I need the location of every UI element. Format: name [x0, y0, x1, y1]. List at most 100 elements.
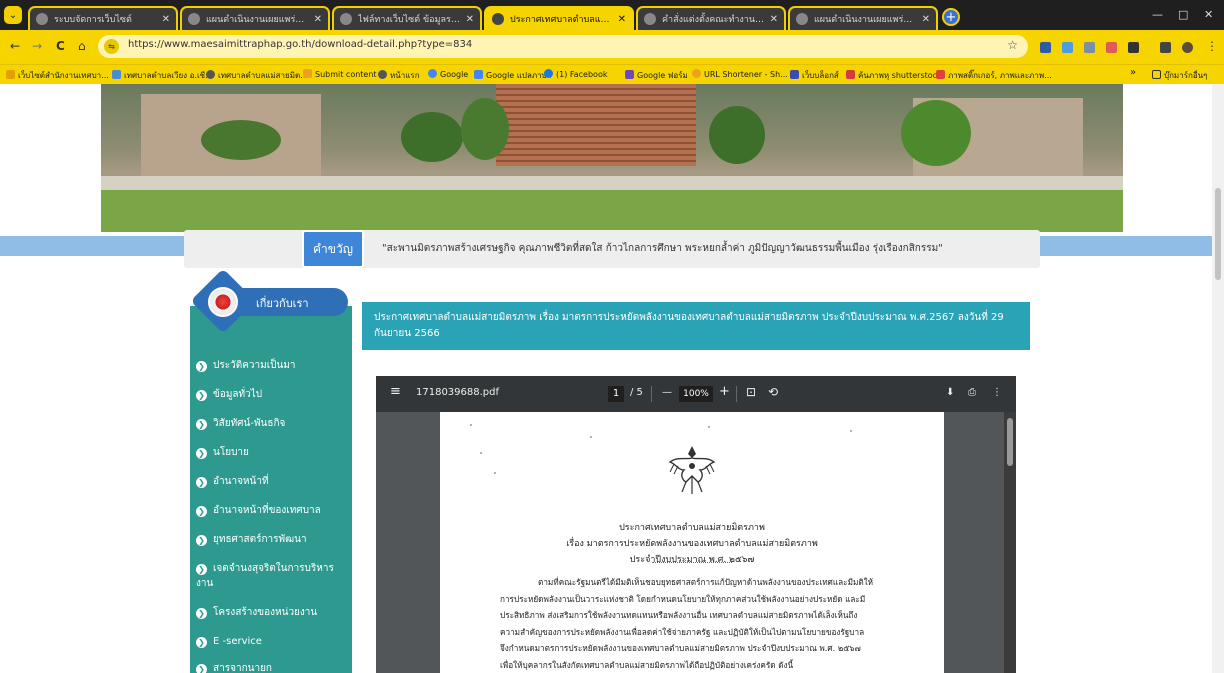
extension-icon[interactable] — [1040, 42, 1051, 53]
close-icon[interactable]: ✕ — [770, 14, 778, 25]
fit-page-icon[interactable]: ⊡ — [746, 385, 756, 399]
browser-tab[interactable]: แผนดำเนินงานเผยแพร่ภาพข่าวภารกิจ ✕ — [788, 6, 938, 30]
site-icon — [303, 69, 312, 78]
bookmark-star-icon[interactable]: ☆ — [1007, 38, 1018, 52]
bookmark-item[interactable]: Google — [428, 69, 468, 79]
page-scroll-thumb[interactable] — [1215, 188, 1221, 280]
browser-tab[interactable]: ไฟล์ทางเว็บไซต์ ข้อมูลรายเว็บไซต์ ✕ — [332, 6, 482, 30]
more-options-icon[interactable]: ⋮ — [992, 387, 1002, 398]
bookmark-item[interactable]: หน้าแรก — [378, 69, 420, 82]
browser-tab[interactable]: ระบบจัดการเว็บไซต์ ✕ — [28, 6, 178, 30]
extension-icon[interactable] — [1062, 42, 1073, 53]
menu-icon[interactable]: ≡ — [390, 384, 401, 399]
rotate-icon[interactable]: ⟲ — [768, 385, 778, 399]
zoom-out-button[interactable]: — — [662, 387, 672, 398]
puzzle-icon[interactable] — [1128, 42, 1139, 53]
arrow-icon: ❯ — [196, 419, 207, 430]
pdf-page: ประกาศเทศบาลตำบลแม่สายมิตรภาพ เรื่อง มาต… — [440, 412, 944, 673]
zoom-level[interactable]: 100% — [679, 386, 713, 402]
google-icon — [428, 69, 437, 78]
download-icon[interactable]: ⬇ — [946, 387, 954, 398]
sidebar-item-mayor-message[interactable]: ❯ สารจากนายก — [196, 661, 346, 673]
sidebar-heading: เกี่ยวกับเรา — [190, 268, 350, 334]
bookmark-item[interactable]: ค้นภาพหุ shutterstock — [846, 69, 942, 82]
download-icon[interactable] — [1160, 42, 1171, 53]
pdf-scrollbar[interactable] — [1004, 412, 1016, 673]
document-line: ตามที่คณะรัฐมนตรีได้มีมติเห็นชอบยุทธศาสต… — [538, 577, 874, 587]
close-icon[interactable]: ✕ — [922, 14, 930, 25]
forward-button[interactable]: → — [32, 39, 42, 53]
sidebar-item-history[interactable]: ❯ ประวัติความเป็นมา — [196, 358, 346, 373]
sidebar-item-municipal-authority[interactable]: ❯ อำนาจหน้าที่ของเทศบาล — [196, 503, 346, 518]
reload-button[interactable]: C — [56, 39, 65, 53]
sidebar-item-policy[interactable]: ❯ นโยบาย — [196, 445, 346, 460]
address-bar[interactable]: ⇋ https://www.maesaimittraphap.go.th/dow… — [98, 35, 1028, 58]
link-icon — [692, 69, 701, 78]
document-body: ตามที่คณะรัฐมนตรีได้มีมติเห็นชอบยุทธศาสต… — [500, 574, 900, 673]
site-icon — [936, 70, 945, 79]
close-icon[interactable]: ✕ — [618, 14, 626, 25]
sidebar-item-integrity[interactable]: ❯ เจตจำนงสุจริตในการบริหารงาน — [196, 561, 346, 591]
pdf-viewer[interactable]: ≡ 1718039688.pdf 1 / 5 — 100% + ⊡ ⟲ ⬇ ⎙ … — [376, 376, 1016, 673]
banner-image — [101, 84, 1123, 232]
garuda-emblem-icon — [668, 446, 716, 494]
extension-icon[interactable] — [1106, 42, 1117, 53]
forms-icon — [625, 70, 634, 79]
bookmark-item[interactable]: Submit content — [303, 69, 377, 79]
arrow-icon: ❯ — [196, 390, 207, 401]
browser-tab[interactable]: คำสั่งแต่งตั้งคณะทำงานตามมาตรการ ✕ — [636, 6, 786, 30]
new-tab-button[interactable]: + — [942, 8, 960, 26]
home-button[interactable]: ⌂ — [78, 39, 86, 53]
sidebar-item-general-info[interactable]: ❯ ข้อมูลทั่วไป — [196, 387, 346, 402]
close-icon[interactable]: ✕ — [162, 14, 170, 25]
browser-tab[interactable]: แผนดำเนินงานเผยแพร่ภาพข่าวภารกิจ ✕ — [180, 6, 330, 30]
bookmark-item[interactable]: (1) Facebook — [544, 69, 607, 79]
more-menu-icon[interactable]: ⋮ — [1206, 39, 1218, 53]
extension-icon[interactable] — [1084, 42, 1095, 53]
arrow-icon: ❯ — [196, 361, 207, 372]
zoom-in-button[interactable]: + — [719, 384, 730, 399]
site-info-icon[interactable]: ⇋ — [104, 39, 119, 54]
sidebar-item-eservice[interactable]: ❯ E -service — [196, 634, 346, 649]
minimize-button[interactable]: — — [1152, 8, 1163, 21]
bookmark-item[interactable]: เว็บบล็อกส์ — [790, 69, 839, 82]
arrow-icon: ❯ — [196, 608, 207, 619]
sidebar-item-vision[interactable]: ❯ วิสัยทัศน์-พันธกิจ — [196, 416, 346, 431]
print-icon[interactable]: ⎙ — [968, 387, 976, 398]
tab-search-button[interactable]: ⌄ — [4, 6, 22, 24]
bookmark-item[interactable]: เว็บไซต์สำนักงานเทศบา... — [6, 69, 109, 82]
close-icon[interactable]: ✕ — [466, 14, 474, 25]
motto-bar: คำขวัญ "สะพานมิตรภาพสร้างเศรษฐกิจ คุณภาพ… — [184, 230, 1040, 268]
back-button[interactable]: ← — [10, 39, 20, 53]
sidebar-item-structure[interactable]: ❯ โครงสร้างของหน่วยงาน — [196, 605, 346, 620]
other-bookmarks-folder[interactable]: บุ๊กมาร์กอื่นๆ — [1152, 69, 1207, 82]
bookmark-item[interactable]: ภาพสติ๊กเกอร์, ภาพและภาพ... — [936, 69, 1052, 82]
globe-icon — [796, 13, 808, 25]
browser-tab-active[interactable]: ประกาศเทศบาลตำบลแม่สายมิตรภาพ ✕ — [484, 6, 634, 30]
page-number-input[interactable]: 1 — [608, 386, 624, 402]
motto-text: "สะพานมิตรภาพสร้างเศรษฐกิจ คุณภาพชีวิตที… — [382, 243, 943, 254]
avatar[interactable] — [1182, 42, 1193, 53]
page-title: ประกาศเทศบาลตำบลแม่สายมิตรภาพ เรื่อง มาต… — [374, 312, 1004, 339]
motto-label: คำขวัญ — [302, 230, 364, 268]
bookmark-item[interactable]: Google แปลภาษา — [474, 69, 551, 82]
globe-icon — [206, 70, 215, 79]
bookmark-item[interactable]: เทศบาลตำบลเวียง อ.เชี... — [112, 69, 213, 82]
sidebar-item-strategy[interactable]: ❯ ยุทธศาสตร์การพัฒนา — [196, 532, 346, 547]
arrow-icon: ❯ — [196, 448, 207, 459]
bookmark-item[interactable]: เทศบาลตำบลแม่สายมิต... — [206, 69, 308, 82]
close-icon[interactable]: ✕ — [314, 14, 322, 25]
shutterstock-icon — [846, 70, 855, 79]
bookmark-item[interactable]: URL Shortener - Sh... — [692, 69, 788, 79]
bookmarks-overflow-button[interactable]: » — [1130, 67, 1136, 78]
page-scrollbar[interactable] — [1212, 84, 1224, 673]
globe-icon — [492, 13, 504, 25]
close-window-button[interactable]: ✕ — [1204, 8, 1213, 21]
pdf-scroll-thumb[interactable] — [1007, 418, 1013, 466]
globe-icon — [378, 70, 387, 79]
folder-icon — [6, 70, 15, 79]
bookmarks-bar: เว็บไซต์สำนักงานเทศบา... เทศบาลตำบลเวียง… — [0, 64, 1224, 84]
restore-button[interactable]: □ — [1178, 8, 1188, 21]
bookmark-item[interactable]: Google ฟอร์ม — [625, 69, 688, 82]
sidebar-item-authority[interactable]: ❯ อำนาจหน้าที่ — [196, 474, 346, 489]
